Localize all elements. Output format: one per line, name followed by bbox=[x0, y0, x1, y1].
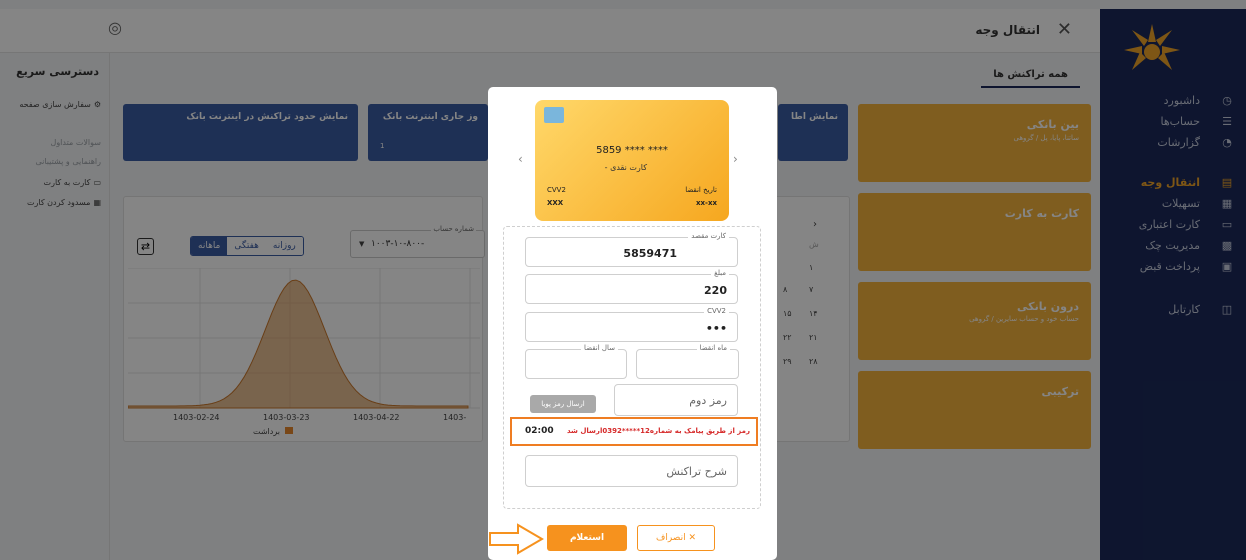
field-label: ماه انقضا bbox=[696, 344, 730, 352]
chevron-left-icon[interactable]: ‹ bbox=[518, 152, 523, 166]
expiry-value: xx-xx bbox=[696, 199, 717, 207]
field-value: ••• bbox=[705, 322, 727, 335]
field-label: کارت مقصد bbox=[688, 232, 729, 240]
cancel-label: انصراف bbox=[655, 533, 686, 543]
amount-field[interactable]: مبلغ 220 bbox=[525, 269, 738, 304]
pointer-arrow-icon bbox=[489, 523, 544, 555]
field-placeholder: رمز دوم bbox=[689, 394, 727, 407]
close-icon: ✕ bbox=[688, 533, 697, 543]
field-label: سال انقضا bbox=[581, 344, 618, 352]
description-field[interactable]: شرح تراکنش bbox=[525, 455, 738, 487]
field-value: 5859471 bbox=[623, 247, 677, 260]
destination-card-field[interactable]: کارت مقصد 5859471 bbox=[525, 232, 738, 267]
expiry-label: تاریخ انقضا bbox=[685, 186, 717, 194]
source-card: 5859 **** **** - کارت نقدی CVV2 XXX تاری… bbox=[535, 100, 729, 221]
otp-timer: 02:00 bbox=[525, 426, 554, 436]
second-pin-field[interactable]: رمز دوم bbox=[614, 384, 738, 416]
expiry-month-field[interactable]: ماه انقضا bbox=[636, 344, 739, 379]
card-chip-icon bbox=[544, 107, 564, 123]
otp-alert: رمز از طریق پیامک به شماره12*****0392ارس… bbox=[510, 417, 758, 446]
otp-message: رمز از طریق پیامک به شماره12*****0392ارس… bbox=[566, 427, 750, 435]
cvv-value: XXX bbox=[547, 199, 564, 207]
field-label: مبلغ bbox=[711, 269, 729, 277]
send-otp-button[interactable]: ارسال رمز پویا bbox=[530, 395, 596, 413]
cvv2-field[interactable]: CVV2 ••• bbox=[525, 307, 738, 342]
chevron-right-icon[interactable]: › bbox=[733, 152, 738, 166]
cvv-label: CVV2 bbox=[547, 186, 566, 194]
cancel-button[interactable]: انصراف ✕ bbox=[637, 525, 715, 551]
card-type: - کارت نقدی bbox=[604, 163, 647, 172]
field-value: 220 bbox=[704, 284, 727, 297]
field-placeholder: شرح تراکنش bbox=[666, 465, 727, 478]
card-number: 5859 **** **** bbox=[596, 145, 668, 156]
expiry-year-field[interactable]: سال انقضا bbox=[525, 344, 627, 379]
field-label: CVV2 bbox=[704, 307, 729, 315]
inquiry-button[interactable]: استعلام bbox=[547, 525, 627, 551]
